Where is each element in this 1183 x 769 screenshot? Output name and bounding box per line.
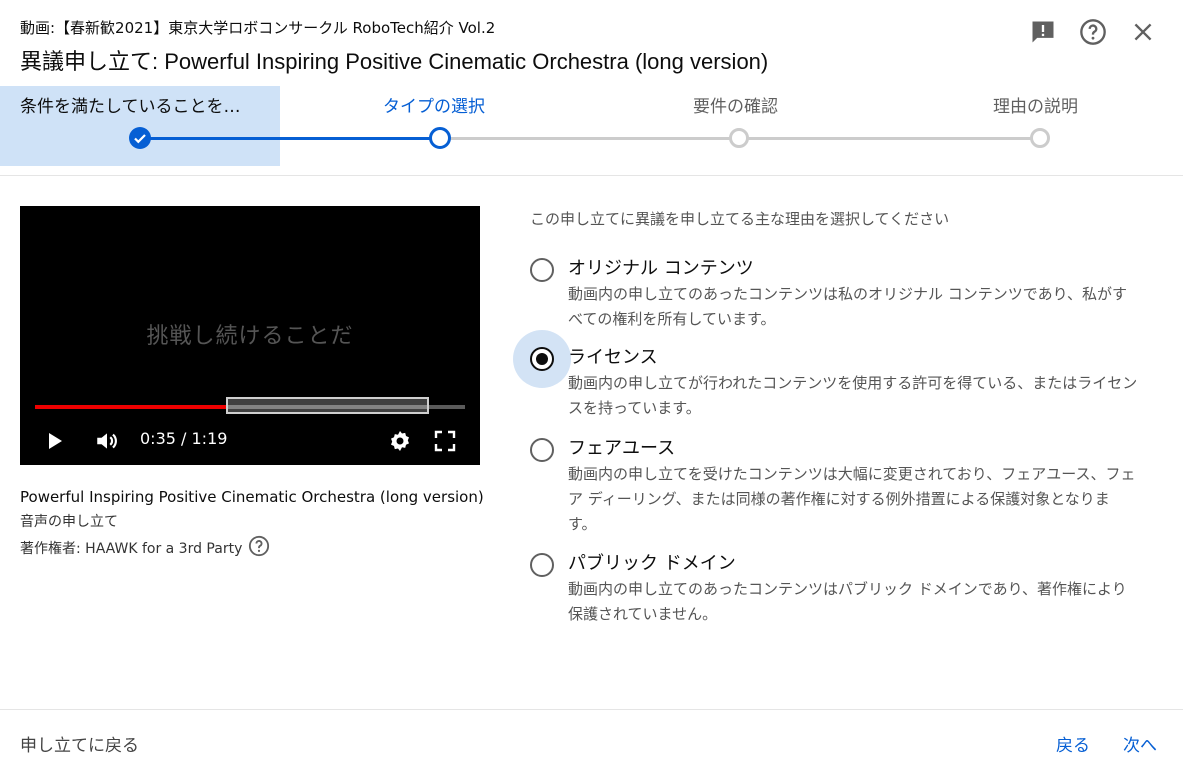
video-player[interactable]: 挑戦し続けることだ 0:35 / 1:19 bbox=[20, 206, 480, 465]
radio-fair-use[interactable] bbox=[513, 421, 571, 479]
back-to-claims-link[interactable]: 申し立てに戻る bbox=[20, 731, 139, 756]
settings-gear-icon[interactable] bbox=[387, 428, 413, 454]
copyright-owner-text: 著作権者: HAAWK for a 3rd Party bbox=[20, 541, 243, 557]
video-time: 0:35 / 1:19 bbox=[140, 429, 228, 448]
option-description: 動画内の申し立てを受けたコンテンツは大幅に変更されており、フェアユース、フェア … bbox=[568, 465, 1136, 533]
page-title: 異議申し立て: Powerful Inspiring Positive Cine… bbox=[20, 49, 769, 74]
close-icon[interactable] bbox=[1125, 14, 1161, 50]
feedback-icon[interactable] bbox=[1025, 14, 1061, 50]
progress-stepper: 条件を満たしていることを… タイプの選択 要件の確認 理由の説明 bbox=[0, 84, 1183, 166]
claimed-media-info: Powerful Inspiring Positive Cinematic Or… bbox=[20, 488, 484, 561]
stepper-line-complete bbox=[140, 137, 440, 140]
claim-type: 音声の申し立て bbox=[20, 514, 118, 530]
owner-help-icon[interactable] bbox=[248, 535, 270, 561]
claimed-media-title: Powerful Inspiring Positive Cinematic Or… bbox=[20, 488, 484, 506]
back-button[interactable]: 戻る bbox=[1056, 731, 1090, 756]
radio-license[interactable] bbox=[513, 330, 571, 388]
copyright-owner: 著作権者: HAAWK for a 3rd Party bbox=[20, 535, 484, 561]
step-1-check-icon[interactable] bbox=[129, 127, 151, 149]
option-label[interactable]: オリジナル コンテンツ bbox=[568, 254, 754, 280]
option-label[interactable]: フェアユース bbox=[568, 434, 675, 460]
claimed-segment-marker bbox=[226, 397, 429, 414]
header-actions bbox=[1025, 14, 1161, 50]
step-4-dot bbox=[1030, 128, 1050, 148]
step-4-label: 理由の説明 bbox=[993, 97, 1078, 117]
dialog-header: 動画:【春新歓2021】東京大学ロボコンサークル RoboTech紹介 Vol.… bbox=[0, 0, 1183, 80]
option-description: 動画内の申し立てのあったコンテンツは私のオリジナル コンテンツであり、私がすべて… bbox=[568, 285, 1128, 328]
option-description: 動画内の申し立てのあったコンテンツはパブリック ドメインであり、著作権により保護… bbox=[568, 580, 1127, 623]
step-2-current-dot[interactable] bbox=[429, 127, 451, 149]
step-3-dot bbox=[729, 128, 749, 148]
fullscreen-icon[interactable] bbox=[432, 428, 458, 454]
footer-divider bbox=[0, 709, 1183, 710]
next-button[interactable]: 次へ bbox=[1123, 731, 1157, 756]
radio-original-content[interactable] bbox=[513, 241, 571, 299]
play-icon[interactable] bbox=[42, 428, 68, 454]
video-progress-played bbox=[35, 405, 227, 409]
option-label[interactable]: パブリック ドメイン bbox=[568, 549, 736, 575]
step-3-label: 要件の確認 bbox=[693, 97, 778, 117]
volume-icon[interactable] bbox=[94, 428, 120, 454]
dispute-reason-prompt: この申し立てに異議を申し立てる主な理由を選択してください bbox=[530, 210, 950, 228]
radio-public-domain[interactable] bbox=[513, 536, 571, 594]
header-divider bbox=[0, 175, 1183, 176]
video-caption-text: 挑戦し続けることだ bbox=[146, 324, 354, 349]
step-1-label[interactable]: 条件を満たしていることを… bbox=[20, 92, 241, 117]
help-icon[interactable] bbox=[1075, 14, 1111, 50]
step-2-label[interactable]: タイプの選択 bbox=[383, 92, 485, 117]
option-label[interactable]: ライセンス bbox=[568, 343, 658, 369]
video-subtitle: 動画:【春新歓2021】東京大学ロボコンサークル RoboTech紹介 Vol.… bbox=[20, 19, 496, 37]
option-description: 動画内の申し立てが行われたコンテンツを使用する許可を得ている、またはライセンスを… bbox=[568, 374, 1138, 417]
